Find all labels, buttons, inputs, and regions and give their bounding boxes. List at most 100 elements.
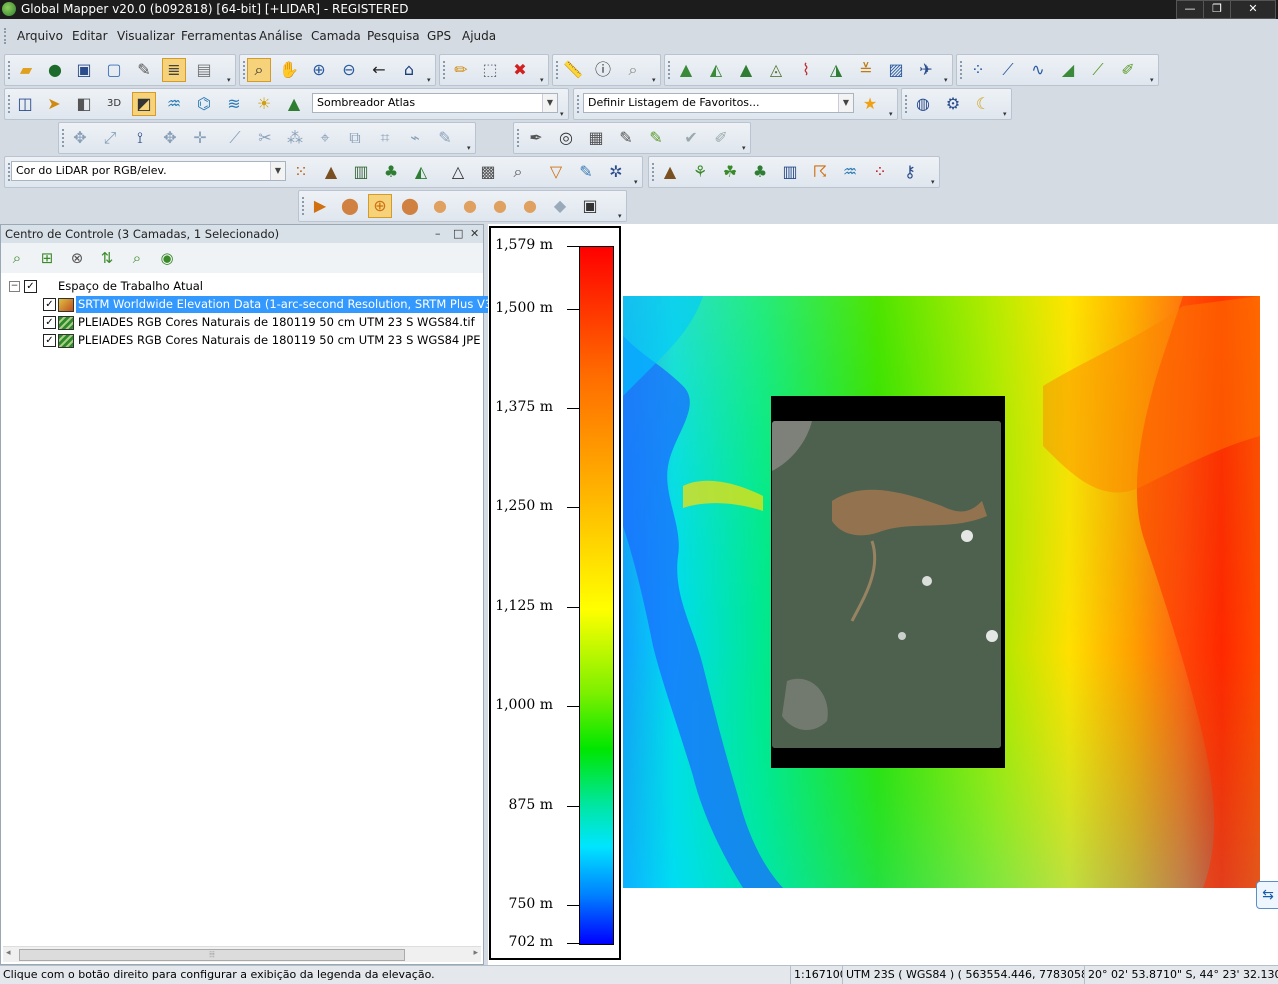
open-folder-icon[interactable]: ▰: [14, 58, 38, 82]
grid-points-icon[interactable]: ▩: [476, 160, 500, 184]
mountain-icon[interactable]: ▲: [282, 92, 306, 116]
powerline-icon[interactable]: ☈: [808, 160, 832, 184]
layer-search-icon[interactable]: ⌕: [126, 247, 148, 269]
map-edit-icon[interactable]: ✎: [644, 126, 668, 150]
menu-gps[interactable]: GPS: [427, 29, 451, 43]
horizontal-scrollbar[interactable]: ◂ ⦙⦙⦙ ▸: [3, 946, 481, 962]
sun-terrain-icon[interactable]: ☀: [252, 92, 276, 116]
screen-capture-icon[interactable]: ▣: [578, 194, 602, 218]
pin-icon[interactable]: ⬤: [338, 194, 362, 218]
panel-restore-button[interactable]: □: [453, 225, 463, 243]
layer-item[interactable]: ✓ PLEIADES RGB Cores Naturais de 180119 …: [43, 332, 481, 349]
elevation-legend[interactable]: 1,579 m 1,500 m 1,375 m 1,250 m 1,125 m 1,000…: [489, 226, 621, 960]
layer-checkbox[interactable]: ✓: [43, 334, 56, 347]
grass-icon[interactable]: ⚘: [688, 160, 712, 184]
snap-line-icon[interactable]: ⟋: [223, 126, 247, 150]
viewshed-icon[interactable]: ◮: [824, 58, 848, 82]
toolbar-overflow-icon[interactable]: ▾: [560, 110, 567, 118]
tree-classify-icon[interactable]: ♣: [379, 160, 403, 184]
bush-icon[interactable]: ☘: [718, 160, 742, 184]
toolbar-overflow-icon[interactable]: ▾: [931, 178, 938, 186]
web-globe-icon[interactable]: ◍: [911, 92, 935, 116]
viewport-icon[interactable]: ◧: [72, 92, 96, 116]
menu-pesquisa[interactable]: Pesquisa: [367, 29, 420, 43]
zoom-out-icon[interactable]: ⊖: [337, 58, 361, 82]
image-icon[interactable]: ▨: [884, 58, 908, 82]
panel-close-button[interactable]: ✕: [470, 225, 479, 243]
clip-icon[interactable]: ✎: [433, 126, 457, 150]
orthophoto-raster[interactable]: [772, 421, 1001, 748]
triangle-icon[interactable]: △: [446, 160, 470, 184]
pin-route-icon[interactable]: ●: [518, 194, 542, 218]
navigate-arrow-icon[interactable]: ➤: [42, 92, 66, 116]
lidar-network-icon[interactable]: ✲: [604, 160, 628, 184]
lidar-filter-icon[interactable]: ▽: [544, 160, 568, 184]
close-button[interactable]: ✕: [1230, 0, 1276, 19]
hillshade-toggle-icon[interactable]: ◩: [132, 92, 156, 116]
move-icon[interactable]: ✥: [68, 126, 92, 150]
remote-support-icon[interactable]: ⇆: [1256, 881, 1278, 909]
pin-drag-icon[interactable]: ⬤: [398, 194, 422, 218]
crop-icon[interactable]: ⌗: [373, 126, 397, 150]
terrain-edit-icon[interactable]: ◢: [1056, 58, 1080, 82]
layer-visibility-icon[interactable]: ◉: [156, 247, 178, 269]
water-level-icon[interactable]: ♒: [162, 92, 186, 116]
layer-item[interactable]: ✓ SRTM Worldwide Elevation Data (1-arc-s…: [43, 296, 499, 313]
chevron-down-icon[interactable]: ▼: [542, 94, 557, 112]
toolbar-overflow-icon[interactable]: ▾: [427, 76, 434, 84]
pin-point-icon[interactable]: ●: [428, 194, 452, 218]
panel-minimize-button[interactable]: –: [435, 225, 441, 243]
menu-analise[interactable]: Análise: [259, 29, 302, 43]
layer-remove-icon[interactable]: ⊗: [66, 247, 88, 269]
delete-icon[interactable]: ✖: [508, 58, 532, 82]
vertex-icon[interactable]: ⟟: [128, 126, 152, 150]
scrollbar-thumb[interactable]: ⦙⦙⦙: [19, 949, 405, 961]
back-arrow-icon[interactable]: ←: [367, 58, 391, 82]
3d-view-icon[interactable]: 3D: [102, 92, 126, 116]
scroll-left-icon[interactable]: ◂: [6, 948, 11, 958]
layer-add-icon[interactable]: ⊞: [36, 247, 58, 269]
search-points-icon[interactable]: ⌕: [506, 160, 530, 184]
tree-root[interactable]: − ✓ Espaço de Trabalho Atual: [9, 278, 479, 295]
zoom-select-icon[interactable]: ⌕: [247, 58, 271, 82]
check-edit-icon[interactable]: ✔: [679, 126, 703, 150]
toolbar-overflow-icon[interactable]: ▾: [540, 76, 547, 84]
pencil-icon[interactable]: ✏: [449, 58, 473, 82]
lidar-color-select[interactable]: Cor do LiDAR por RGB/elev. ▼: [11, 161, 286, 181]
menu-arquivo[interactable]: Arquivo: [17, 29, 63, 43]
grid-icon[interactable]: ▦: [584, 126, 608, 150]
root-checkbox[interactable]: ✓: [24, 280, 37, 293]
path-profile-icon[interactable]: ⟋: [996, 58, 1020, 82]
scroll-right-icon[interactable]: ▸: [473, 948, 478, 958]
play-pin-icon[interactable]: ▶: [308, 194, 332, 218]
globe-icon[interactable]: ●: [43, 58, 67, 82]
split-line-icon[interactable]: ✂: [253, 126, 277, 150]
digitizer-pen-icon[interactable]: ✒: [524, 126, 548, 150]
lidar-edit-icon[interactable]: ✎: [574, 160, 598, 184]
wrench-icon[interactable]: ✎: [132, 58, 156, 82]
menu-ajuda[interactable]: Ajuda: [462, 29, 496, 43]
ground-icon[interactable]: ▲: [658, 160, 682, 184]
volume-icon[interactable]: ▲: [734, 58, 758, 82]
building-classify-icon[interactable]: ▥: [349, 160, 373, 184]
layer-checkbox[interactable]: ✓: [43, 316, 56, 329]
brush-icon[interactable]: ✐: [1116, 58, 1140, 82]
line-tool-icon[interactable]: ∿: [1026, 58, 1050, 82]
pin-shape-icon[interactable]: ◆: [548, 194, 572, 218]
cut-fill-icon[interactable]: ≚: [854, 58, 878, 82]
reshape-icon[interactable]: ⌖: [313, 126, 337, 150]
resize-icon[interactable]: ⤢: [98, 126, 122, 150]
toolbar-overflow-icon[interactable]: ▾: [944, 76, 951, 84]
pan-hand-icon[interactable]: ✋: [277, 58, 301, 82]
measure-tape-icon[interactable]: ⌁: [403, 126, 427, 150]
toolbar-overflow-icon[interactable]: ▾: [1150, 76, 1157, 84]
toolbar-overflow-icon[interactable]: ▾: [227, 76, 234, 84]
profile-icon[interactable]: ⌇: [794, 58, 818, 82]
overview-icon[interactable]: ▤: [192, 58, 216, 82]
key-icon[interactable]: ⚷: [898, 160, 922, 184]
satellite-icon[interactable]: ✈: [914, 58, 938, 82]
toolbar-overflow-icon[interactable]: ▾: [652, 76, 659, 84]
select-box-icon[interactable]: ⬚: [478, 58, 502, 82]
moon-icon[interactable]: ☾: [971, 92, 995, 116]
menu-editar[interactable]: Editar: [72, 29, 108, 43]
